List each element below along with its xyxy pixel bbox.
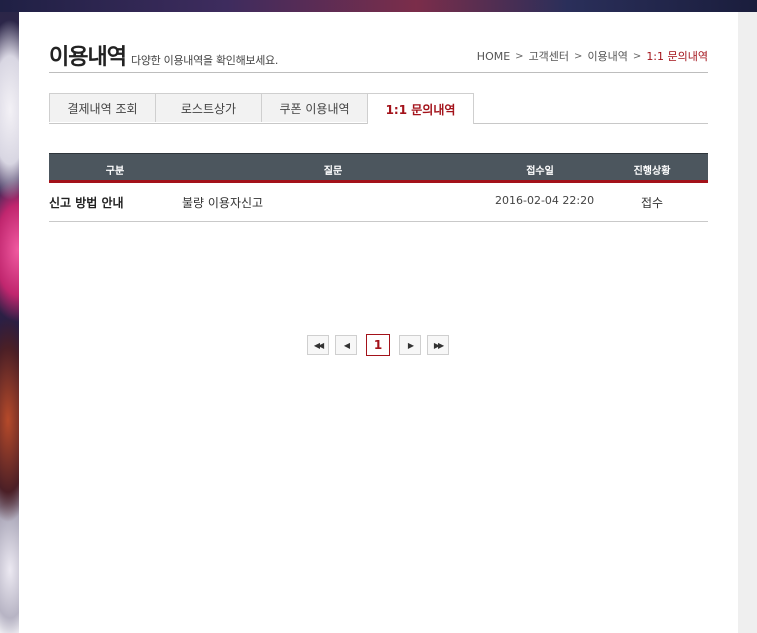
tab-lost-shop[interactable]: 로스트상가 (155, 93, 262, 122)
row-question-link[interactable]: 불량 이용자신고 (182, 194, 263, 211)
content-panel: 이용내역 다양한 이용내역을 확인해보세요. HOME > 고객센터 > 이용내… (19, 12, 738, 633)
pagination: ◀◀ ◀ 1 ▶ ▶▶ (307, 334, 455, 356)
row-date: 2016-02-04 22:20 (495, 194, 595, 207)
double-right-arrow-icon: ▶▶ (433, 340, 444, 350)
last-page-button[interactable]: ▶▶ (427, 335, 449, 355)
row-category: 신고 방법 안내 (49, 196, 124, 210)
top-banner-strip (0, 0, 757, 12)
tab-inquiry-history[interactable]: 1:1 문의내역 (367, 93, 474, 124)
breadcrumb: HOME > 고객센터 > 이용내역 > 1:1 문의내역 (477, 48, 708, 64)
table-row[interactable]: 신고 방법 안내 불량 이용자신고 2016-02-04 22:20 접수 (49, 183, 708, 222)
right-scroll-strip (738, 12, 757, 633)
table-header: 구분 질문 접수일 진행상황 (49, 153, 708, 183)
breadcrumb-current: 1:1 문의내역 (646, 50, 708, 63)
breadcrumb-separator: > (515, 50, 524, 62)
header-status: 진행상황 (633, 166, 671, 177)
left-arrow-icon: ◀ (343, 340, 350, 350)
header-category: 구분 (105, 166, 125, 177)
page-number-current[interactable]: 1 (366, 334, 390, 356)
tab-payment-history[interactable]: 결제내역 조회 (49, 93, 156, 122)
right-arrow-icon: ▶ (407, 340, 414, 350)
breadcrumb-usage-history[interactable]: 이용내역 (587, 48, 627, 64)
first-page-button[interactable]: ◀◀ (307, 335, 329, 355)
row-status: 접수 (641, 196, 664, 210)
tab-coupon-history[interactable]: 쿠폰 이용내역 (261, 93, 368, 122)
breadcrumb-separator: > (632, 50, 642, 62)
next-page-button[interactable]: ▶ (399, 335, 421, 355)
title-divider (49, 72, 708, 73)
prev-page-button[interactable]: ◀ (335, 335, 357, 355)
header-question: 질문 (323, 166, 343, 177)
tab-bar: 결제내역 조회 로스트상가 쿠폰 이용내역 1:1 문의내역 (49, 93, 708, 124)
double-left-arrow-icon: ◀◀ (313, 340, 324, 350)
header-date: 접수일 (526, 166, 554, 177)
breadcrumb-separator: > (574, 50, 583, 62)
page-title: 이용내역 (49, 45, 127, 70)
breadcrumb-home[interactable]: HOME (477, 50, 510, 63)
breadcrumb-customer-center[interactable]: 고객센터 (529, 48, 569, 64)
page-subtitle: 다양한 이용내역을 확인해보세요. (131, 54, 279, 67)
